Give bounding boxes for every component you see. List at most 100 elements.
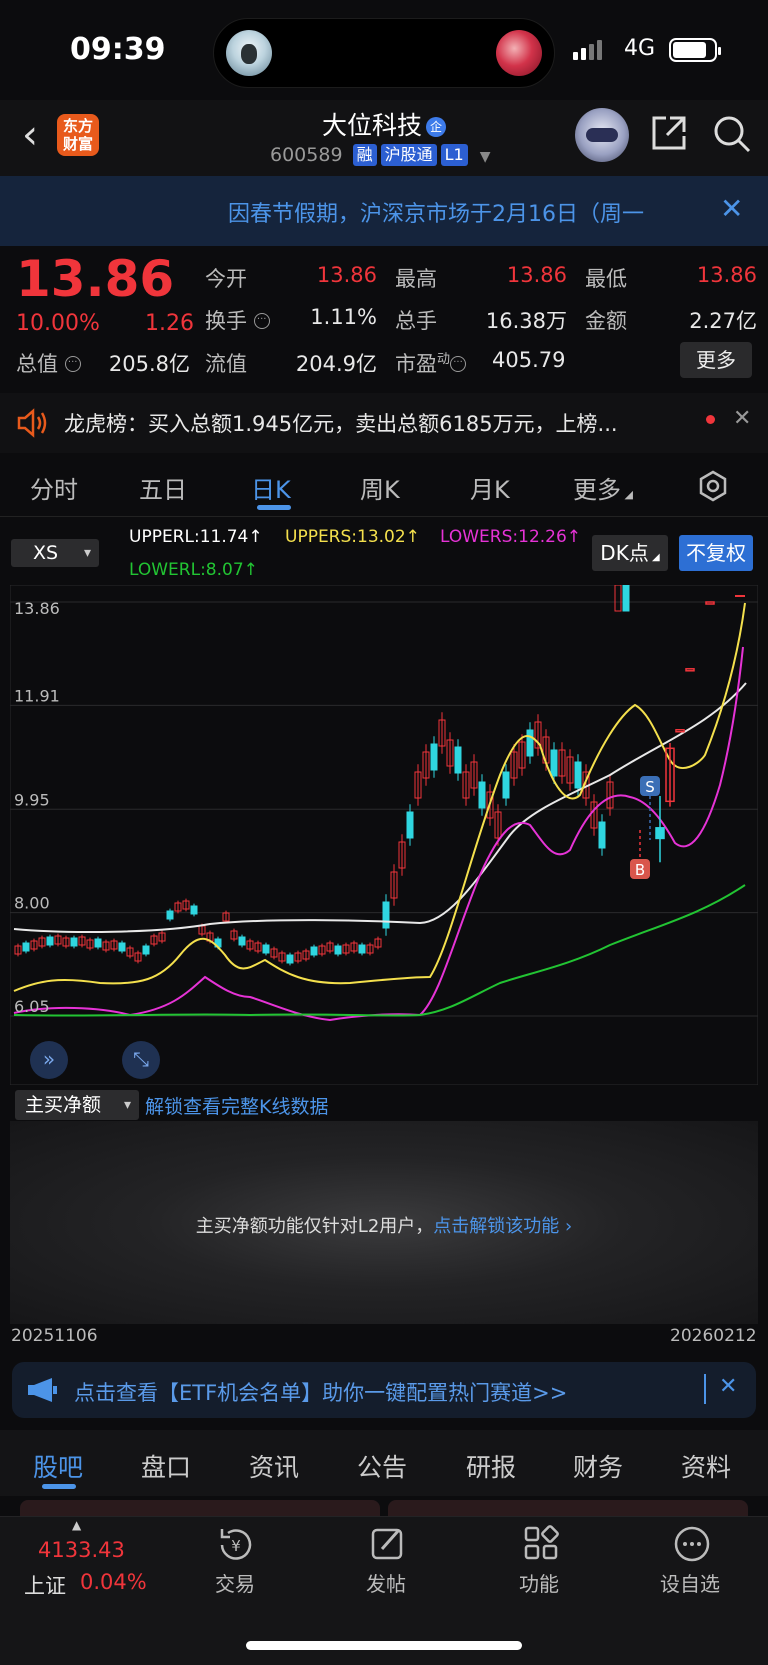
caret-up-icon: ▲ [72, 1518, 82, 1532]
level-tag: L1 [440, 144, 468, 166]
tab-weekly-k[interactable]: 周K [360, 470, 400, 505]
close-icon[interactable]: ✕ [733, 406, 751, 431]
tab-news[interactable]: 资讯 [249, 1448, 299, 1484]
index-name[interactable]: 上证 [24, 1570, 66, 1600]
info-dots-icon[interactable]: ··· [450, 356, 467, 372]
field-label: 总值 ··· [16, 348, 81, 378]
tab-finance[interactable]: 财务 [573, 1448, 623, 1484]
expand-left-icon[interactable]: » [30, 1041, 68, 1079]
network-type: 4G [624, 36, 656, 61]
upperl-value: UPPERL:11.74↑ [129, 527, 263, 547]
history-candle [382, 901, 390, 929]
active-tab-underline [257, 505, 291, 510]
y-tick-label: 6.05 [14, 997, 50, 1016]
nav-add-watchlist[interactable]: 设自选 [660, 1568, 720, 1597]
history-candle [310, 946, 318, 956]
close-icon[interactable]: ✕ [720, 192, 743, 225]
history-candle [190, 905, 198, 915]
history-candle [358, 944, 366, 954]
tab-five-day[interactable]: 五日 [139, 470, 187, 505]
trade-icon[interactable]: ¥ [216, 1525, 256, 1563]
nav-post[interactable]: 发帖 [366, 1568, 406, 1597]
sell-marker-label: S [645, 778, 655, 796]
main-buy-selector[interactable]: 主买净额 [15, 1090, 139, 1120]
tab-research[interactable]: 研报 [466, 1448, 516, 1484]
post-icon[interactable] [370, 1525, 406, 1563]
history-candle [550, 749, 558, 777]
tab-monthly-k[interactable]: 月K [470, 470, 510, 505]
k-line-chart[interactable]: 13.86 11.91 9.95 8.00 6.05 S B [10, 585, 758, 1085]
share-icon[interactable] [650, 114, 688, 152]
enterprise-badge: 企 [426, 117, 446, 137]
field-value: 13.86 [316, 263, 377, 287]
field-label: 换手 ··· [205, 305, 270, 335]
chevron-down-icon[interactable]: ▼ [480, 149, 491, 165]
field-label: 最低 [585, 267, 627, 291]
history-candle [478, 781, 486, 809]
field-value: 205.8亿 [108, 352, 190, 376]
candle-body [655, 827, 665, 840]
field-value: 204.9亿 [295, 352, 377, 376]
field-value: 13.86 [696, 263, 757, 287]
index-value[interactable]: 4133.43 [38, 1538, 125, 1562]
indicator-selector[interactable]: XS [11, 539, 99, 567]
y-tick-label: 9.95 [14, 790, 50, 809]
lowerl-value: LOWERL:8.07↑ [129, 560, 258, 580]
field-label: 市盈动 ··· [395, 348, 467, 378]
tab-guba[interactable]: 股吧 [33, 1448, 83, 1484]
history-candle [70, 937, 78, 947]
history-candle [526, 729, 534, 757]
buy-marker-label: B [635, 861, 645, 879]
tab-more[interactable]: 更多 ◢ [573, 470, 633, 505]
history-candle [118, 942, 126, 952]
penguin-avatar-icon [226, 30, 272, 76]
history-candle [142, 945, 150, 955]
tab-order-book[interactable]: 盘口 [141, 1448, 191, 1484]
stock-code-line[interactable]: 600589 融沪股通 L1 ▼ [270, 144, 491, 166]
post-card-peek [20, 1500, 380, 1516]
fullscreen-icon[interactable]: ⤡ [122, 1041, 160, 1079]
history-candle [598, 821, 606, 849]
settings-gear-icon[interactable] [697, 470, 729, 502]
info-dots-icon[interactable]: ··· [253, 313, 270, 329]
apps-icon[interactable] [523, 1525, 559, 1561]
history-candle [502, 771, 510, 799]
field-value: 2.27亿 [689, 309, 757, 333]
hk-connect-tag: 沪股通 [380, 144, 437, 166]
post-card-peek [388, 1500, 748, 1516]
tab-announcements[interactable]: 公告 [357, 1448, 407, 1484]
adjust-mode-button[interactable]: 不复权 [679, 535, 753, 571]
assistant-robot-icon[interactable] [575, 108, 629, 162]
index-change[interactable]: 0.04% [80, 1570, 147, 1594]
history-candle [46, 936, 54, 946]
dk-point-button[interactable]: DK点 ◢ [592, 535, 668, 571]
nav-functions[interactable]: 功能 [519, 1568, 559, 1597]
close-icon[interactable]: ✕ [719, 1374, 737, 1399]
unlock-feature-link[interactable]: 点击解锁该功能 › [433, 1216, 572, 1237]
unlock-kline-link[interactable]: 解锁查看完整K线数据 [145, 1092, 328, 1119]
field-label: 最高 [395, 267, 437, 291]
more-quote-button[interactable]: 更多 [680, 342, 752, 378]
info-dots-icon[interactable]: ··· [64, 356, 81, 372]
tab-intraday[interactable]: 分时 [30, 470, 78, 505]
active-tab-underline [42, 1484, 76, 1489]
tab-daily-k[interactable]: 日K [251, 470, 291, 505]
watchlist-icon[interactable] [673, 1525, 711, 1563]
change-amount: 1.26 [145, 311, 194, 336]
stock-code: 600589 [270, 144, 343, 166]
field-value: 16.38万 [485, 309, 567, 333]
history-candle [430, 743, 438, 771]
divider [0, 516, 768, 517]
field-label: 金额 [585, 309, 627, 333]
history-candle [574, 761, 582, 789]
home-indicator [246, 1641, 522, 1650]
svg-text:¥: ¥ [231, 1537, 241, 1555]
search-icon[interactable] [712, 114, 752, 154]
margin-tag: 融 [352, 144, 377, 166]
nav-trade[interactable]: 交易 [215, 1568, 255, 1597]
field-value: 405.79 [492, 348, 566, 372]
tab-profile[interactable]: 资料 [681, 1448, 731, 1484]
field-label: 流值 [205, 352, 247, 376]
history-candle [262, 944, 270, 954]
lowers-value: LOWERS:12.26↑ [440, 527, 582, 547]
